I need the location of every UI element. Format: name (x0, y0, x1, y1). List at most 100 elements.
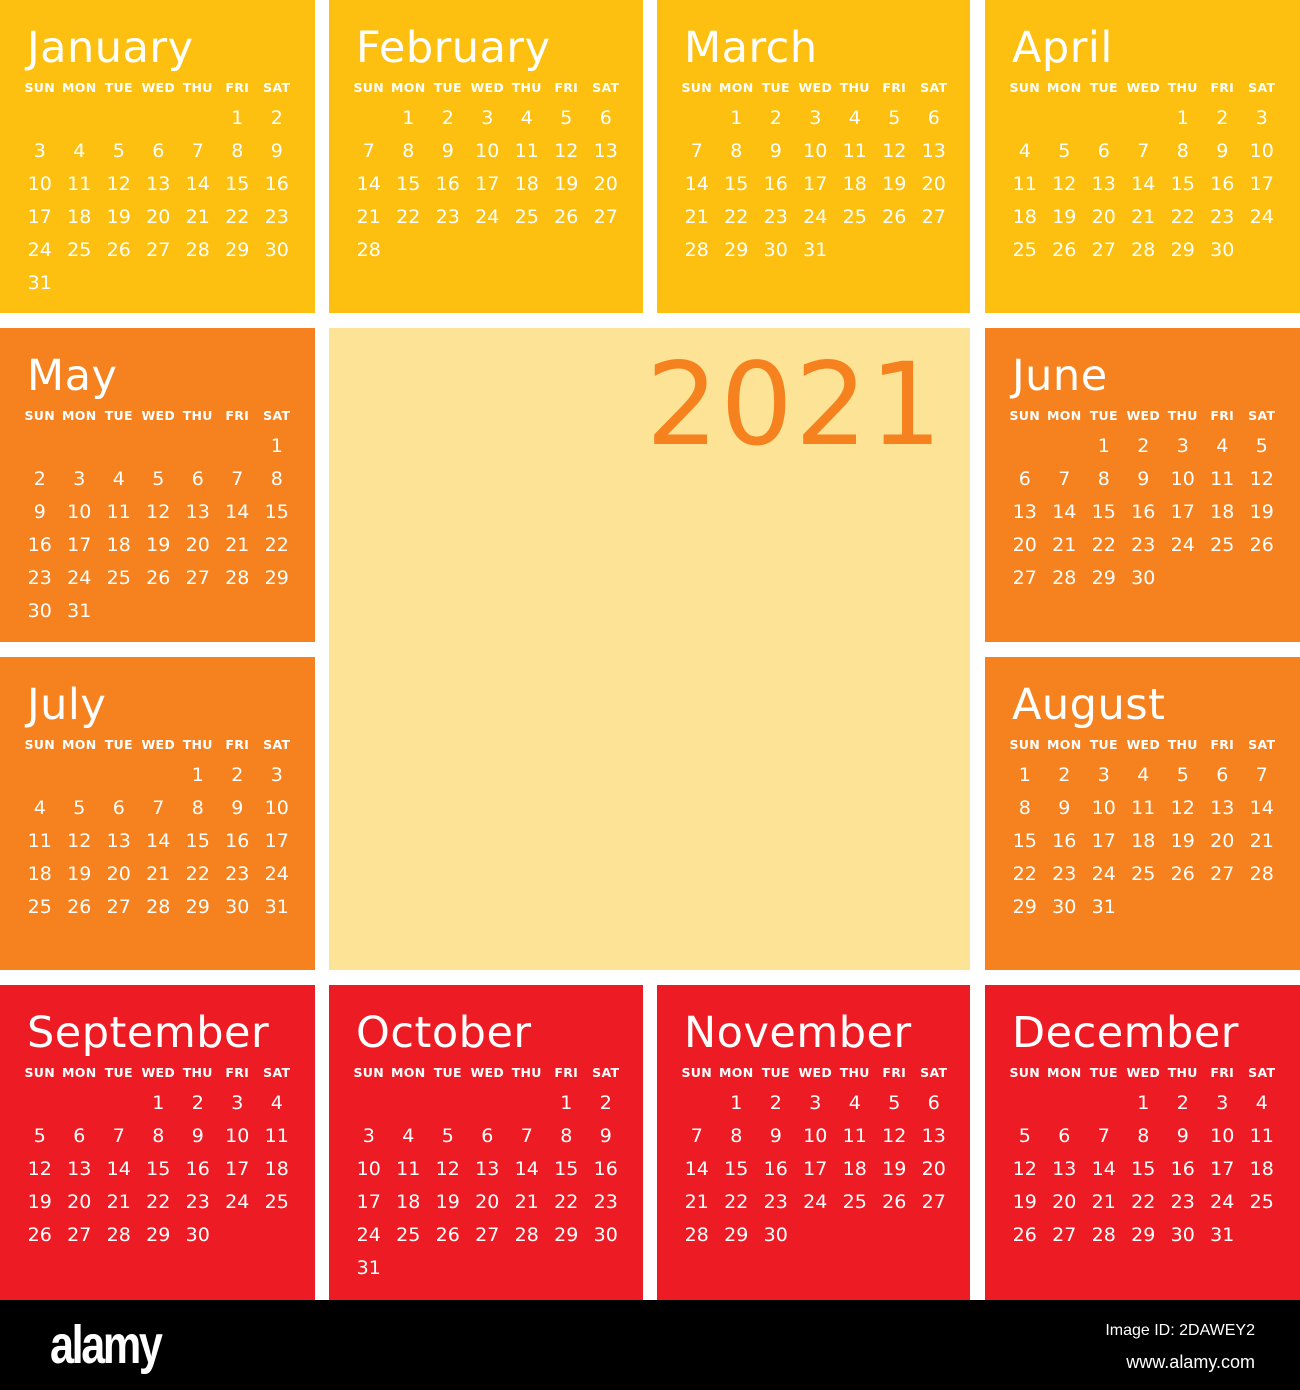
weekday-label: MON (391, 80, 426, 95)
month-panel-may: May SUN MON TUE WED THU FRI SAT 1 2 3 4 5 6 7 8 9 10 11 12 1… (0, 328, 315, 642)
day-cell: 23 (593, 1191, 618, 1213)
weekday-label: FRI (1210, 80, 1235, 95)
weekday-label: SUN (353, 80, 384, 95)
day-cell: 30 (763, 239, 788, 261)
day-cell: 3 (1097, 764, 1110, 786)
day-cell: 17 (264, 830, 289, 852)
day-cell: 4 (73, 140, 86, 162)
day-cell: 4 (33, 797, 46, 819)
weekday-header: SUN MON TUE WED THU FRI SAT (20, 737, 300, 757)
day-cell: 9 (769, 140, 782, 162)
day-cell: 16 (185, 1158, 210, 1180)
month-name: October (356, 1008, 532, 1058)
day-cell: 16 (1210, 173, 1235, 195)
day-cell: 7 (362, 140, 375, 162)
day-cell: 11 (1210, 468, 1235, 490)
weekday-label: TUE (433, 1065, 462, 1080)
day-cell: 18 (264, 1158, 289, 1180)
day-cell: 8 (191, 797, 204, 819)
day-cell: 29 (146, 1224, 171, 1246)
day-cell: 9 (1137, 468, 1150, 490)
day-cell: 20 (67, 1191, 92, 1213)
day-cell: 6 (152, 140, 165, 162)
day-cell: 13 (1012, 501, 1037, 523)
weekday-label: MON (62, 1065, 97, 1080)
day-cell: 9 (769, 1125, 782, 1147)
day-cell: 1 (402, 107, 415, 129)
day-cell: 7 (191, 140, 204, 162)
day-cell: 6 (927, 107, 940, 129)
day-cell: 26 (882, 206, 907, 228)
day-cell: 4 (1255, 1092, 1268, 1114)
empty-cell (1045, 102, 1085, 135)
day-cell: 13 (67, 1158, 92, 1180)
month-panel-march: March SUN MON TUE WED THU FRI SAT 1 2 3 4 5 6 7 8 9 10 11 1… (657, 0, 970, 313)
empty-cell (677, 1087, 717, 1120)
days-grid: 1 2 3 4 5 6 7 8 9 10 11 12 13 14 15 16 17 18 19 20 21 22 23 24 2… (1005, 430, 1285, 595)
weekday-label: SAT (1248, 737, 1276, 752)
weekday-label: WED (141, 80, 176, 95)
day-cell: 11 (842, 1125, 867, 1147)
day-cell: 3 (1176, 435, 1189, 457)
weekday-label: SUN (24, 408, 55, 423)
weekday-label: TUE (104, 408, 133, 423)
days-grid: 1 2 3 4 5 6 7 8 9 10 11 12 13 14 15 16 17 18 19 20 21 22 23 24 2… (1005, 759, 1285, 924)
weekday-label: THU (839, 80, 870, 95)
empty-cell (99, 1087, 139, 1120)
day-cell: 6 (1058, 1125, 1071, 1147)
day-cell: 6 (481, 1125, 494, 1147)
day-cell: 1 (730, 1092, 743, 1114)
day-cell: 2 (231, 764, 244, 786)
weekday-label: TUE (1089, 737, 1118, 752)
day-cell: 20 (185, 534, 210, 556)
day-cell: 21 (225, 534, 250, 556)
day-cell: 25 (1210, 534, 1235, 556)
days-grid: 1 2 3 4 5 6 7 8 9 10 11 12 13 14 15 16 17 18 19 20 21 22 23 24 2… (20, 430, 300, 628)
day-cell: 27 (1052, 1224, 1077, 1246)
day-cell: 21 (146, 863, 171, 885)
weekday-label: SAT (920, 80, 948, 95)
day-cell: 21 (684, 1191, 709, 1213)
month-grid: SUN MON TUE WED THU FRI SAT 1 2 3 4 5 6 7 8 9 10 11 12 13 14… (20, 1065, 300, 1252)
day-cell: 20 (921, 1158, 946, 1180)
empty-cell (349, 1087, 389, 1120)
weekday-header: SUN MON TUE WED THU FRI SAT (1005, 737, 1285, 757)
weekday-label: SAT (1248, 408, 1276, 423)
empty-cell (1005, 1087, 1045, 1120)
day-cell: 2 (1176, 1092, 1189, 1114)
weekday-label: TUE (104, 1065, 133, 1080)
day-cell: 3 (1216, 1092, 1229, 1114)
day-cell: 17 (356, 1191, 381, 1213)
empty-cell (389, 1087, 429, 1120)
day-cell: 3 (809, 107, 822, 129)
weekday-label: SUN (1009, 80, 1040, 95)
day-cell: 11 (514, 140, 539, 162)
weekday-label: FRI (1210, 408, 1235, 423)
day-cell: 24 (67, 567, 92, 589)
weekday-header: SUN MON TUE WED THU FRI SAT (20, 408, 300, 428)
empty-cell (1124, 102, 1164, 135)
day-cell: 6 (1097, 140, 1110, 162)
day-cell: 10 (475, 140, 500, 162)
day-cell: 30 (264, 239, 289, 261)
day-cell: 7 (690, 1125, 703, 1147)
weekday-header: SUN MON TUE WED THU FRI SAT (20, 80, 300, 100)
day-cell: 11 (396, 1158, 421, 1180)
day-cell: 16 (27, 534, 52, 556)
day-cell: 20 (1210, 830, 1235, 852)
day-cell: 26 (1052, 239, 1077, 261)
weekday-label: SAT (920, 1065, 948, 1080)
day-cell: 7 (152, 797, 165, 819)
weekday-label: SUN (681, 80, 712, 95)
day-cell: 4 (1216, 435, 1229, 457)
month-panel-september: September SUN MON TUE WED THU FRI SAT 1 2 3 4 5 6 7 8 9 1… (0, 985, 315, 1300)
day-cell: 15 (1131, 1158, 1156, 1180)
day-cell: 9 (599, 1125, 612, 1147)
day-cell: 7 (112, 1125, 125, 1147)
day-cell: 18 (842, 1158, 867, 1180)
day-cell: 4 (112, 468, 125, 490)
day-cell: 26 (106, 239, 131, 261)
day-cell: 24 (1170, 534, 1195, 556)
day-cell: 2 (270, 107, 283, 129)
day-cell: 27 (1012, 567, 1037, 589)
